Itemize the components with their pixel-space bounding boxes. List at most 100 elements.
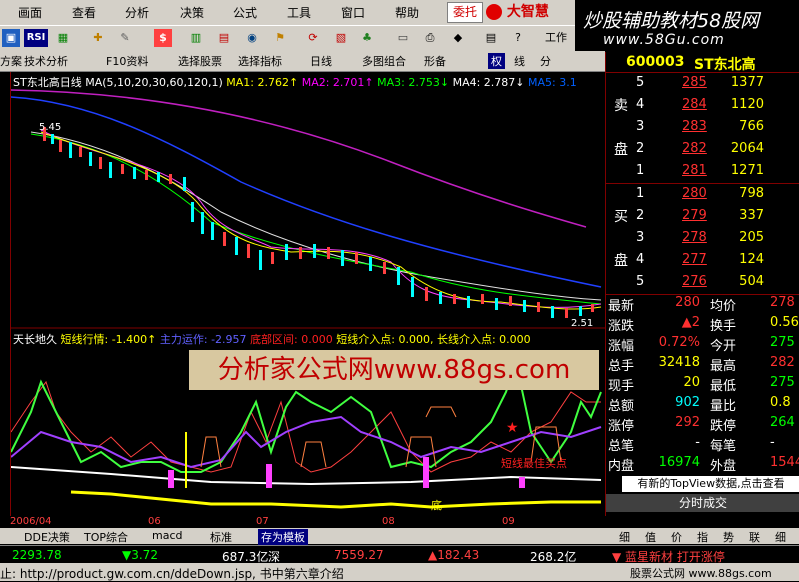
ruler-icon[interactable]: ✎ [114,29,136,47]
trade-detail-header[interactable]: 分时成交 [606,494,799,512]
stock-code: 600003 [626,54,685,70]
tab-detail[interactable]: 细 [619,529,630,545]
order-button[interactable]: 委托 [447,2,483,23]
menu-item-formula[interactable]: 公式 [233,4,257,21]
tab-top[interactable]: TOP综合 [84,529,128,545]
table-icon[interactable]: ▤ [480,29,502,47]
buy-label: 盘 [614,253,628,269]
tab-shape[interactable]: 形备 [424,53,446,69]
sz-index-change: ▲182.43 [428,548,480,562]
level-price[interactable]: 278 [682,230,707,245]
stat-label: 最高 [710,359,737,374]
level-price[interactable]: 283 [682,119,707,134]
level-price[interactable]: 281 [682,163,707,178]
level-price[interactable]: 280 [682,186,707,201]
stat-label: 现手 [608,379,635,394]
stock-name: ST东北高 [694,57,756,73]
stat-label: 跌停 [710,419,737,434]
tab-save-template[interactable]: 存为模板 [258,529,308,545]
menu-item-tools[interactable]: 工具 [287,4,311,21]
tab-detail2[interactable]: 细 [775,529,786,545]
tab-select-indicator[interactable]: 选择指标 [238,53,282,69]
work-button[interactable]: 工作 [538,29,574,47]
cube-icon[interactable]: ◆ [448,29,468,47]
stat-value: 275 [770,335,795,350]
level-volume: 2064 [730,141,764,156]
print-icon[interactable]: ⎙ [418,29,442,47]
bottom-label: 底 [431,499,442,512]
tab-link[interactable]: 联 [749,529,760,545]
indicator-entry: 短线介入点: 0.000, 长线介入点: 0.000 [336,333,531,346]
page-icon[interactable]: ▧ [330,29,352,47]
stat-value: 278 [770,295,795,310]
level-price[interactable]: 284 [682,97,707,112]
help-pointer-icon[interactable]: ? [510,29,526,47]
stat-value: 0.72% [658,335,700,350]
stat-value: 0.56% [770,315,799,330]
cross-icon[interactable]: ✚ [88,29,108,47]
tab-price[interactable]: 价 [671,529,682,545]
star-icon: ★ [506,420,519,436]
topview-link[interactable]: 有新的TopView数据,点击查看 [622,476,799,492]
signal-bar [168,470,174,488]
indicator-name: 天长地久 [13,333,57,346]
screen-icon[interactable]: ▣ [2,29,20,47]
site-banner: 炒股辅助教材58股网 www.58Gu.com [575,0,799,50]
level-price[interactable]: 279 [682,208,707,223]
layout-icon[interactable]: ▭ [392,29,414,47]
refresh-icon[interactable]: ⟳ [302,29,324,47]
tab-dde[interactable]: DDE决策 [24,529,70,545]
level-volume: 798 [739,186,764,201]
tab-value[interactable]: 值 [645,529,656,545]
kline-chart[interactable]: ST东北高日线 MA(5,10,20,30,60,120,1) MA1: 2.7… [10,72,606,516]
bars-icon[interactable]: ▤ [214,29,234,47]
tab-index[interactable]: 指 [697,529,708,545]
level-price[interactable]: 276 [682,274,707,289]
tab-line[interactable]: 线 [514,53,525,69]
menu-item-window[interactable]: 窗口 [341,4,365,21]
sell-label: 卖 [614,98,628,114]
stat-label: 量比 [710,399,737,414]
chart-icon[interactable]: ▥ [184,29,208,47]
menu-item-help[interactable]: 帮助 [395,4,419,21]
stat-value: ▲2 [681,315,700,330]
tab-fen[interactable]: 分 [540,53,551,69]
binoculars-icon[interactable]: ◉ [240,29,264,47]
brand-logo: 大智慧 [486,2,576,22]
tab-trend[interactable]: 势 [723,529,734,545]
stat-label: 涨跌 [608,319,635,334]
tab-multi-chart[interactable]: 多图组合 [362,53,406,69]
tab-technical[interactable]: 技术分析 [24,53,68,69]
level-price[interactable]: 282 [682,141,707,156]
menu-item-analysis[interactable]: 分析 [125,4,149,21]
tab-f10[interactable]: F10资料 [106,53,148,69]
menu-item-view[interactable]: 画面 [18,4,42,21]
tree-icon[interactable]: ♣ [356,29,378,47]
level-number: 5 [636,75,645,90]
tab-select-stock[interactable]: 选择股票 [178,53,222,69]
level-volume: 766 [739,119,764,134]
stat-value: 275 [770,375,795,390]
tab-right[interactable]: 权 [488,53,505,69]
level-price[interactable]: 277 [682,252,707,267]
flag-icon[interactable]: ⚑ [270,29,290,47]
level-price[interactable]: 285 [682,75,707,90]
template-tabs: DDE决策 TOP综合 macd 标准 存为模板 [0,528,605,545]
rsi-button[interactable]: RSI [24,29,48,47]
low-price-label: 2.51 [571,318,594,329]
level-number: 3 [636,119,645,134]
tab-macd[interactable]: macd [152,529,183,542]
signal-bar [266,464,272,488]
menu-item-look[interactable]: 查看 [72,4,96,21]
tab-scheme[interactable]: 方案 [0,53,22,69]
dollar-icon[interactable]: $ [154,29,172,47]
menu-item-decision[interactable]: 决策 [180,4,204,21]
tab-daily[interactable]: 日线 [310,53,332,69]
sell-label: 盘 [614,142,628,158]
date-label: 06 [148,516,161,527]
quote-tabs: 细 值 价 指 势 联 细 [605,528,799,544]
tab-standard[interactable]: 标准 [210,529,232,545]
sz-index-value: 7559.27 [334,548,384,562]
chart-svg: ★ [11,89,606,509]
grid-icon[interactable]: ▦ [52,29,74,47]
